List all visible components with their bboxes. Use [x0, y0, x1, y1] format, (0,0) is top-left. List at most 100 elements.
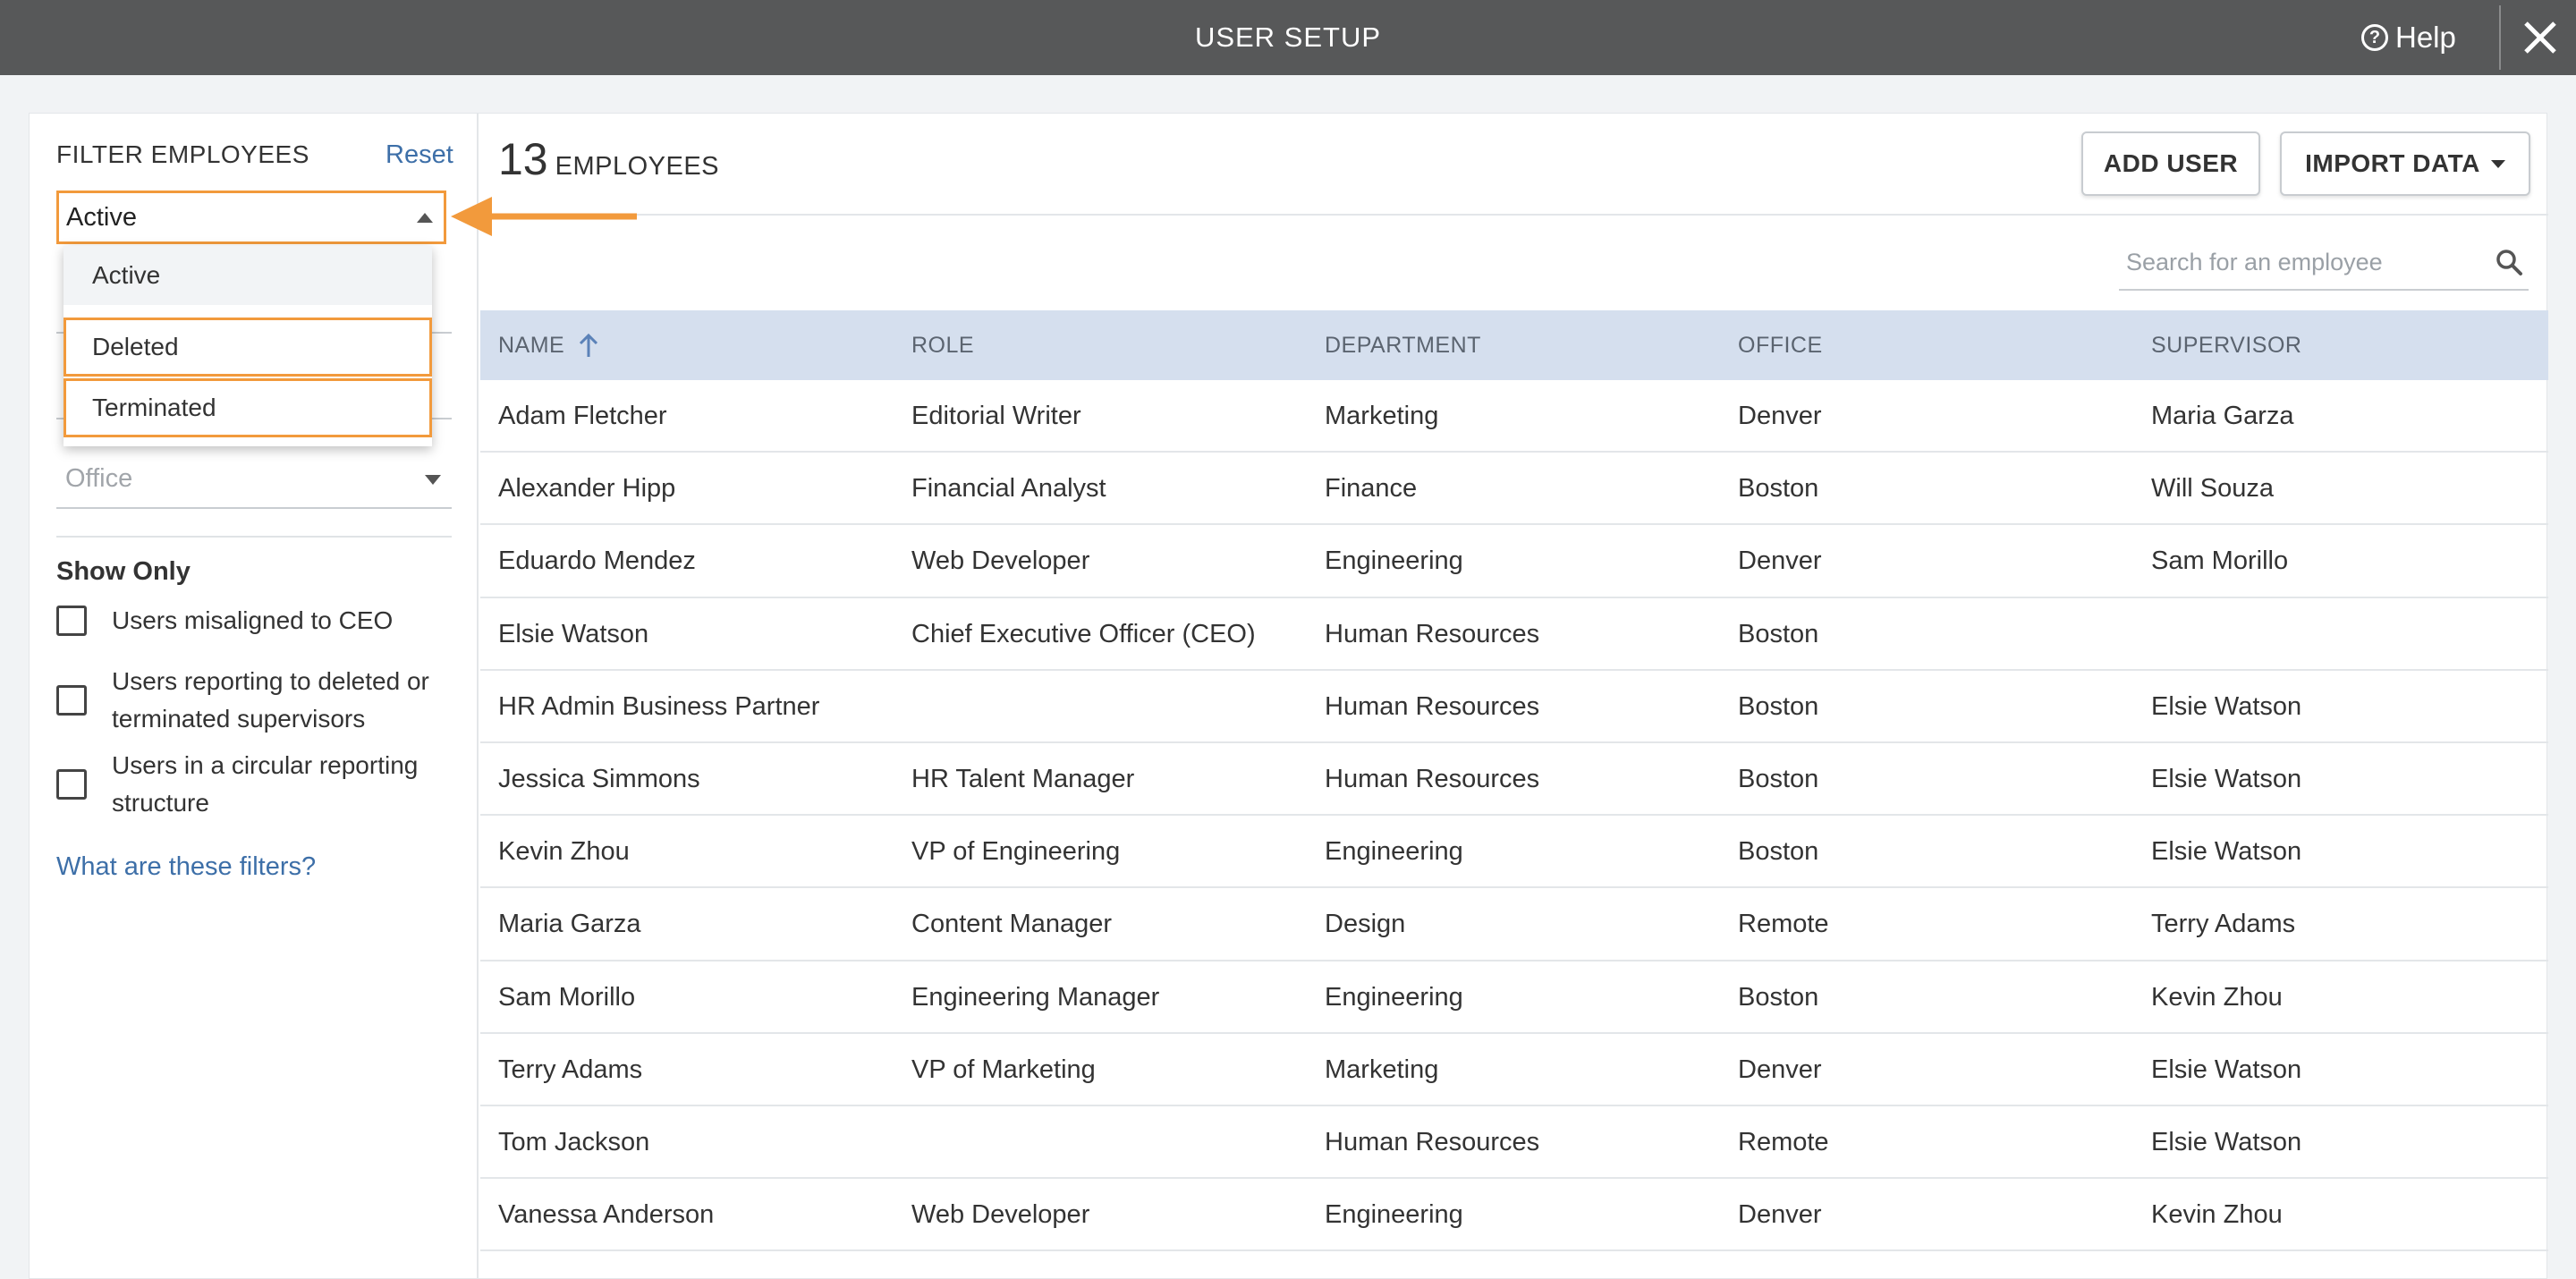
- column-header-office[interactable]: OFFICE: [1738, 310, 1823, 380]
- table-cell: Kevin Zhou: [2151, 982, 2283, 1012]
- table-cell: Elsie Watson: [2151, 1055, 2302, 1084]
- column-header-department[interactable]: DEPARTMENT: [1325, 310, 1481, 380]
- column-header-name[interactable]: NAME: [498, 310, 602, 380]
- filters-help-link[interactable]: What are these filters?: [56, 852, 316, 882]
- checkbox-circular-reporting[interactable]: [56, 769, 87, 800]
- table-cell: HR Talent Manager: [911, 764, 1135, 793]
- table-cell: Remote: [1738, 910, 1829, 939]
- table-row[interactable]: Maria Garza Content Manager Design Remote Te…: [480, 888, 2548, 961]
- table-cell: Remote: [1738, 1127, 1829, 1156]
- column-header-supervisor[interactable]: SUPERVISOR: [2151, 310, 2301, 380]
- column-header-role[interactable]: ROLE: [911, 310, 974, 380]
- employee-count-label: EMPLOYEES: [555, 152, 720, 181]
- window-title: USER SETUP: [1194, 21, 1382, 53]
- close-button[interactable]: [2504, 0, 2576, 75]
- user-setup-panel: FILTER EMPLOYEES Reset Active Office Sho…: [29, 113, 2548, 1279]
- table-row[interactable]: Alexander Hipp Financial Analyst Finance Bo…: [480, 453, 2548, 526]
- table-cell: Engineering: [1325, 546, 1463, 576]
- office-select[interactable]: Office: [56, 453, 452, 509]
- table-cell: Boston: [1738, 982, 1819, 1012]
- status-dropdown-menu: Active Deleted Terminated: [64, 246, 432, 446]
- table-cell: Boston: [1738, 691, 1819, 721]
- table-cell: Web Developer: [911, 546, 1090, 576]
- reset-link[interactable]: Reset: [386, 140, 453, 170]
- table-cell: Jessica Simmons: [498, 764, 700, 793]
- table-header: NAME ROLE DEPARTMENT OFFICE SUPERVISOR: [480, 310, 2548, 380]
- checkbox-row[interactable]: Users reporting to deleted or terminated…: [56, 663, 434, 738]
- import-data-label: IMPORT DATA: [2305, 149, 2480, 177]
- table-row[interactable]: Adam Fletcher Editorial Writer Marketing De…: [480, 380, 2548, 453]
- table-cell: Eduardo Mendez: [498, 546, 696, 576]
- table-row[interactable]: Sam Morillo Engineering Manager Engineerin…: [480, 961, 2548, 1034]
- checkbox-row[interactable]: Users misaligned to CEO: [56, 602, 434, 640]
- dropdown-option-deleted[interactable]: Deleted: [64, 318, 432, 377]
- employee-list: 13 EMPLOYEES ADD USER IMPORT DATA NAME: [480, 114, 2548, 1279]
- close-icon: [2524, 21, 2556, 54]
- help-label: Help: [2395, 21, 2456, 54]
- table-row[interactable]: Elsie Watson Chief Executive Officer (CEO…: [480, 598, 2548, 671]
- table-cell: Denver: [1738, 1200, 1822, 1230]
- search-input[interactable]: [2126, 244, 2484, 280]
- table-row[interactable]: HR Admin Business Partner Human Resources…: [480, 671, 2548, 743]
- table-cell: Tom Jackson: [498, 1127, 650, 1156]
- add-user-button[interactable]: ADD USER: [2081, 131, 2260, 196]
- table-cell: Terry Adams: [2151, 910, 2296, 939]
- table-cell: Human Resources: [1325, 1127, 1540, 1156]
- table-cell: Financial Analyst: [911, 474, 1106, 504]
- checkbox-label: Users in a circular reporting structure: [112, 751, 419, 817]
- table-cell: Denver: [1738, 402, 1822, 430]
- table-row[interactable]: Vanessa Anderson Web Developer Engineering…: [480, 1179, 2548, 1252]
- table-cell: Finance: [1325, 474, 1418, 504]
- table-row[interactable]: Jessica Simmons HR Talent Manager Human Re…: [480, 743, 2548, 817]
- column-header-label: NAME: [498, 333, 565, 358]
- table-cell: Maria Garza: [498, 910, 641, 939]
- table-cell: VP of Marketing: [911, 1055, 1096, 1084]
- table-row[interactable]: Kevin Zhou VP of Engineering Engineering Bo…: [480, 816, 2548, 889]
- table-cell: HR Admin Business Partner: [498, 691, 820, 721]
- table-cell: Elsie Watson: [2151, 764, 2302, 793]
- status-select-value: Active: [66, 203, 137, 232]
- table-body: Adam Fletcher Editorial Writer Marketing De…: [480, 380, 2548, 1252]
- title-divider: [2499, 5, 2501, 70]
- help-button[interactable]: ? Help: [2361, 0, 2456, 75]
- table-cell: Engineering Manager: [911, 982, 1160, 1012]
- table-cell: Engineering: [1325, 837, 1463, 867]
- search-icon[interactable]: [2495, 248, 2523, 276]
- table-cell: Sam Morillo: [2151, 546, 2289, 576]
- status-select[interactable]: Active: [56, 191, 446, 244]
- table-cell: Elsie Watson: [2151, 691, 2302, 721]
- dropdown-option-terminated[interactable]: Terminated: [64, 378, 432, 437]
- table-cell: Elsie Watson: [498, 619, 649, 648]
- table-cell: Boston: [1738, 619, 1819, 648]
- caret-down-icon: [425, 475, 441, 485]
- add-user-label: ADD USER: [2103, 149, 2239, 177]
- table-cell: Design: [1325, 910, 1406, 939]
- annotation-arrow-icon: [451, 197, 637, 236]
- table-cell: Chief Executive Officer (CEO): [911, 619, 1256, 648]
- checkbox-row[interactable]: Users in a circular reporting structure: [56, 747, 434, 822]
- caret-up-icon: [417, 213, 433, 223]
- checkbox-label: Users misaligned to CEO: [112, 606, 394, 634]
- table-cell: Marketing: [1325, 402, 1439, 430]
- dropdown-option-active[interactable]: Active: [64, 246, 432, 305]
- table-cell: Boston: [1738, 474, 1819, 504]
- table-cell: Maria Garza: [2151, 402, 2294, 430]
- table-cell: Human Resources: [1325, 764, 1540, 793]
- table-cell: Human Resources: [1325, 619, 1540, 648]
- table-row[interactable]: Eduardo Mendez Web Developer Engineering De…: [480, 525, 2548, 598]
- checkbox-misaligned-ceo[interactable]: [56, 606, 87, 636]
- filter-title: FILTER EMPLOYEES: [56, 140, 309, 168]
- caret-down-icon: [2490, 159, 2505, 168]
- sidebar-divider: [56, 536, 452, 538]
- table-cell: Boston: [1738, 837, 1819, 867]
- table-row[interactable]: Tom Jackson Human Resources Remote Elsie Wa…: [480, 1106, 2548, 1180]
- table-cell: Adam Fletcher: [498, 402, 667, 430]
- table-cell: Editorial Writer: [911, 402, 1081, 430]
- import-data-button[interactable]: IMPORT DATA: [2280, 131, 2530, 196]
- table-row[interactable]: Terry Adams VP of Marketing Marketing Denve…: [480, 1034, 2548, 1106]
- table-cell: Denver: [1738, 1055, 1822, 1084]
- checkbox-deleted-supervisors[interactable]: [56, 685, 87, 716]
- table-cell: Vanessa Anderson: [498, 1200, 715, 1230]
- table-cell: Sam Morillo: [498, 982, 636, 1012]
- employee-count-number: 13: [498, 134, 548, 184]
